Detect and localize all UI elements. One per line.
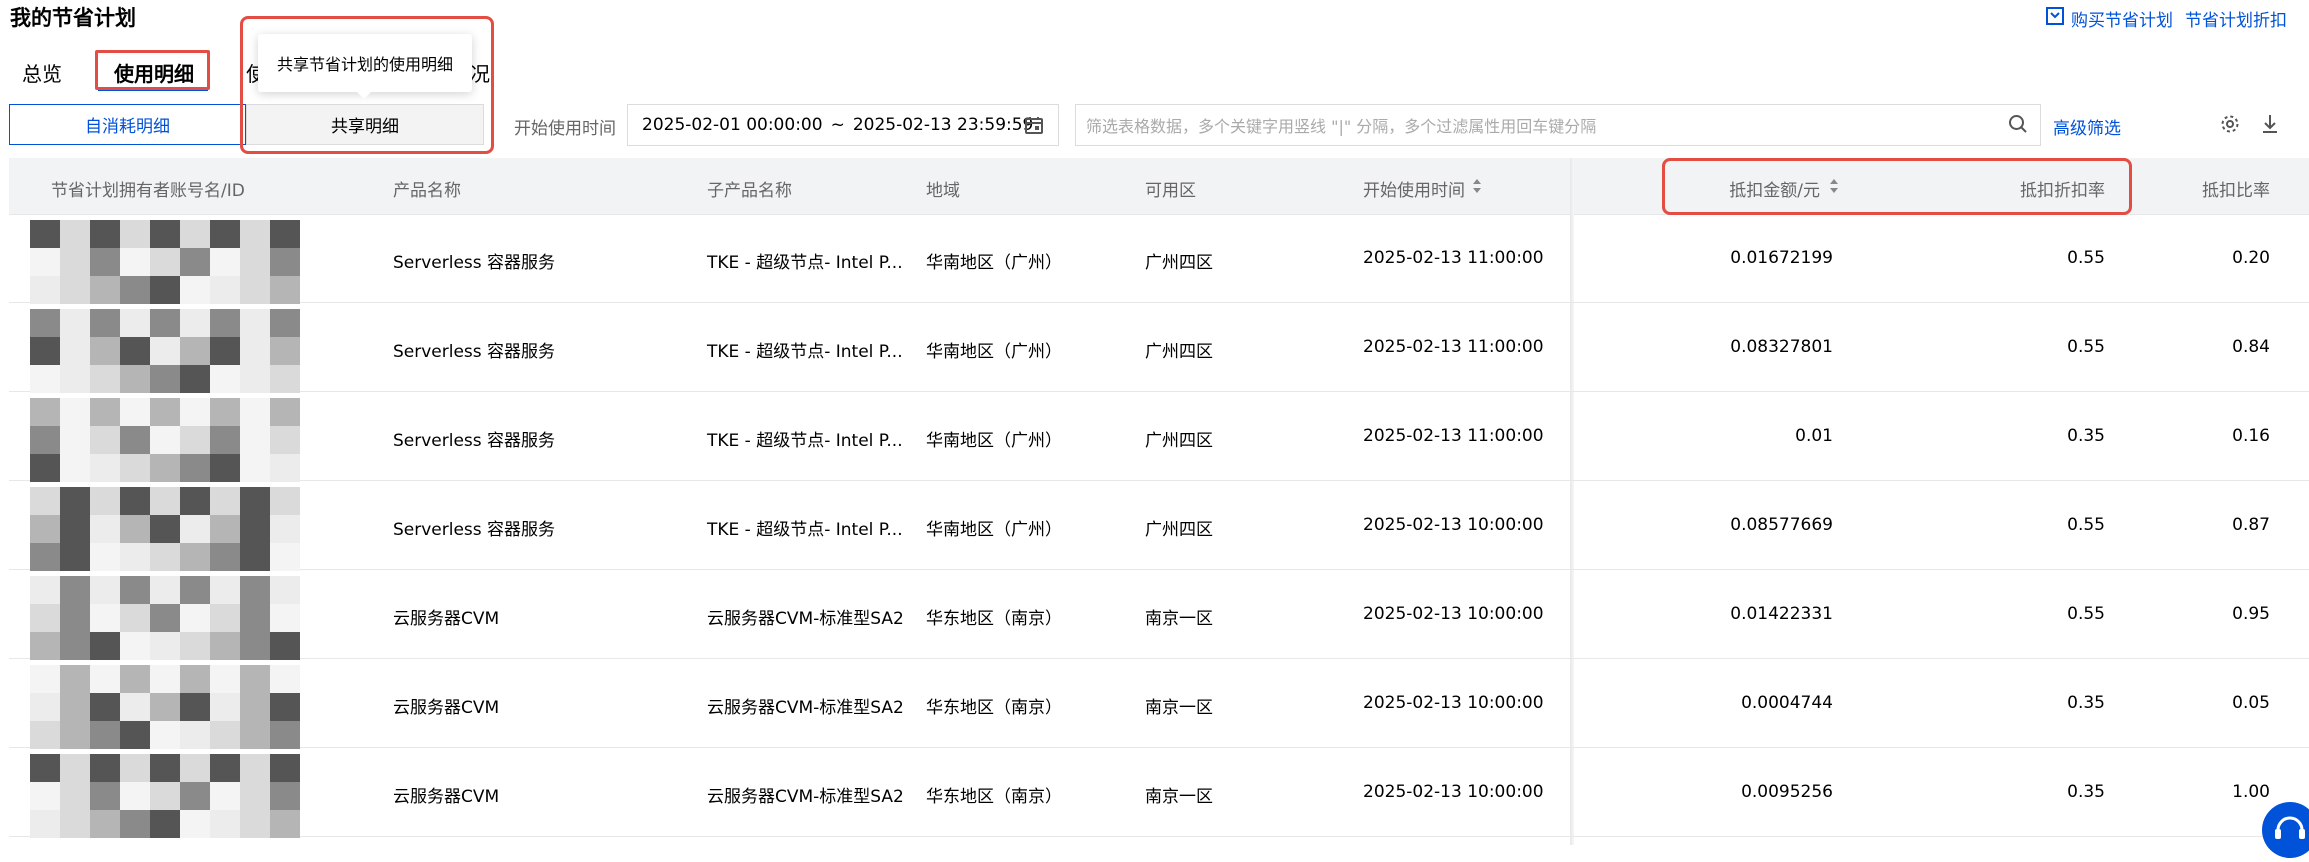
cell-product: Serverless 容器服务 [393, 253, 556, 273]
owner-account-redacted [30, 576, 310, 660]
page-title: 我的节省计划 [10, 6, 136, 30]
cell-deduction-ratio: 0.20 [2232, 248, 2270, 268]
owner-account-redacted [30, 398, 310, 482]
col-deduction-ratio: 抵扣比率 [2202, 181, 2270, 201]
col-product: 产品名称 [393, 181, 461, 201]
cell-start-time: 2025-02-13 10:00:00 [1363, 782, 1544, 802]
gear-icon[interactable] [2220, 114, 2240, 138]
cell-product: Serverless 容器服务 [393, 342, 556, 362]
cell-deduction-ratio: 0.95 [2232, 604, 2270, 624]
cell-product: 云服务器CVM [393, 609, 500, 629]
date-range-picker[interactable]: 2025-02-01 00:00:00 ~ 2025-02-13 23:59:5… [627, 104, 1059, 146]
owner-account-redacted [30, 309, 310, 393]
cell-deduction-ratio: 0.84 [2232, 337, 2270, 357]
cell-product: 云服务器CVM [393, 787, 500, 807]
cell-start-time: 2025-02-13 10:00:00 [1363, 693, 1544, 713]
advanced-filter-link[interactable]: 高级筛选 [2053, 114, 2121, 139]
date-end: 2025-02-13 23:59:59 [852, 115, 1034, 135]
cell-subproduct: TKE - 超级节点- Intel P... [707, 342, 903, 362]
cell-region: 华东地区（南京） [926, 609, 1062, 629]
cell-region: 华南地区（广州） [926, 431, 1062, 451]
cell-region: 华南地区（广州） [926, 520, 1062, 540]
cell-amount: 0.01422331 [1730, 604, 1833, 624]
cell-region: 华东地区（南京） [926, 787, 1062, 807]
cell-amount: 0.01 [1795, 426, 1833, 446]
cell-zone: 广州四区 [1145, 253, 1213, 273]
cell-discount-rate: 0.55 [2067, 337, 2105, 357]
cell-deduction-ratio: 0.05 [2232, 693, 2270, 713]
cell-region: 华南地区（广州） [926, 342, 1062, 362]
owner-account-redacted [30, 665, 310, 749]
cell-deduction-ratio: 0.16 [2232, 426, 2270, 446]
cell-region: 华南地区（广州） [926, 253, 1062, 273]
cell-subproduct: 云服务器CVM-标准型SA2 [707, 787, 904, 807]
cell-amount: 0.01672199 [1730, 248, 1833, 268]
highlight-tab-box [95, 50, 210, 90]
cell-start-time: 2025-02-13 10:00:00 [1363, 515, 1544, 535]
cell-region: 华东地区（南京） [926, 698, 1062, 718]
buy-savings-plan-link[interactable]: 购买节省计划 [2071, 6, 2173, 31]
search-icon[interactable] [2008, 114, 2028, 138]
calendar-icon[interactable] [1024, 115, 1044, 140]
cell-deduction-ratio: 0.87 [2232, 515, 2270, 535]
cell-discount-rate: 0.35 [2067, 693, 2105, 713]
owner-account-redacted [30, 487, 310, 571]
highlight-shared-box [240, 16, 494, 154]
cell-zone: 南京一区 [1145, 787, 1213, 807]
cell-subproduct: 云服务器CVM-标准型SA2 [707, 609, 904, 629]
cell-amount: 0.0095256 [1741, 782, 1833, 802]
cell-amount: 0.08327801 [1730, 337, 1833, 357]
cell-subproduct: 云服务器CVM-标准型SA2 [707, 698, 904, 718]
col-region: 地域 [926, 181, 960, 201]
sort-icon[interactable] [1472, 178, 1482, 198]
owner-account-redacted [30, 754, 310, 838]
tab-overview[interactable]: 总览 [22, 58, 62, 87]
cart-icon[interactable] [2045, 6, 2065, 26]
search-input[interactable]: 筛选表格数据，多个关键字用竖线 "|" 分隔，多个过滤属性用回车键分隔 [1075, 104, 2041, 146]
col-owner: 节省计划拥有者账号名/ID [51, 181, 245, 201]
self-consumption-detail-button[interactable]: 自消耗明细 [9, 104, 246, 145]
cell-subproduct: TKE - 超级节点- Intel P... [707, 431, 903, 451]
cell-zone: 南京一区 [1145, 609, 1213, 629]
date-start: 2025-02-01 00:00:00 [642, 115, 823, 135]
cell-product: Serverless 容器服务 [393, 431, 556, 451]
cell-discount-rate: 0.35 [2067, 782, 2105, 802]
col-start-time[interactable]: 开始使用时间 [1363, 176, 1465, 201]
cell-start-time: 2025-02-13 10:00:00 [1363, 604, 1544, 624]
cell-product: Serverless 容器服务 [393, 520, 556, 540]
cell-discount-rate: 0.55 [2067, 604, 2105, 624]
cell-discount-rate: 0.55 [2067, 248, 2105, 268]
cell-amount: 0.08577669 [1730, 515, 1833, 535]
col-zone: 可用区 [1145, 181, 1196, 201]
col-subproduct: 子产品名称 [707, 181, 792, 201]
cell-zone: 广州四区 [1145, 431, 1213, 451]
highlight-amount-box [1662, 158, 2132, 215]
cell-discount-rate: 0.55 [2067, 515, 2105, 535]
cell-start-time: 2025-02-13 11:00:00 [1363, 426, 1544, 446]
cell-start-time: 2025-02-13 11:00:00 [1363, 337, 1544, 357]
cell-discount-rate: 0.35 [2067, 426, 2105, 446]
download-icon[interactable] [2260, 113, 2280, 139]
cell-product: 云服务器CVM [393, 698, 500, 718]
cell-zone: 广州四区 [1145, 342, 1213, 362]
date-filter-label: 开始使用时间 [514, 119, 616, 139]
cell-zone: 广州四区 [1145, 520, 1213, 540]
cell-zone: 南京一区 [1145, 698, 1213, 718]
cell-subproduct: TKE - 超级节点- Intel P... [707, 520, 903, 540]
cell-deduction-ratio: 1.00 [2232, 782, 2270, 802]
customer-service-icon[interactable] [2262, 802, 2309, 858]
owner-account-redacted [30, 220, 310, 304]
cell-start-time: 2025-02-13 11:00:00 [1363, 248, 1544, 268]
savings-plan-discount-link[interactable]: 节省计划折扣 [2185, 6, 2287, 31]
cell-subproduct: TKE - 超级节点- Intel P... [707, 253, 903, 273]
cell-amount: 0.0004744 [1741, 693, 1833, 713]
date-separator: ~ [830, 115, 845, 135]
